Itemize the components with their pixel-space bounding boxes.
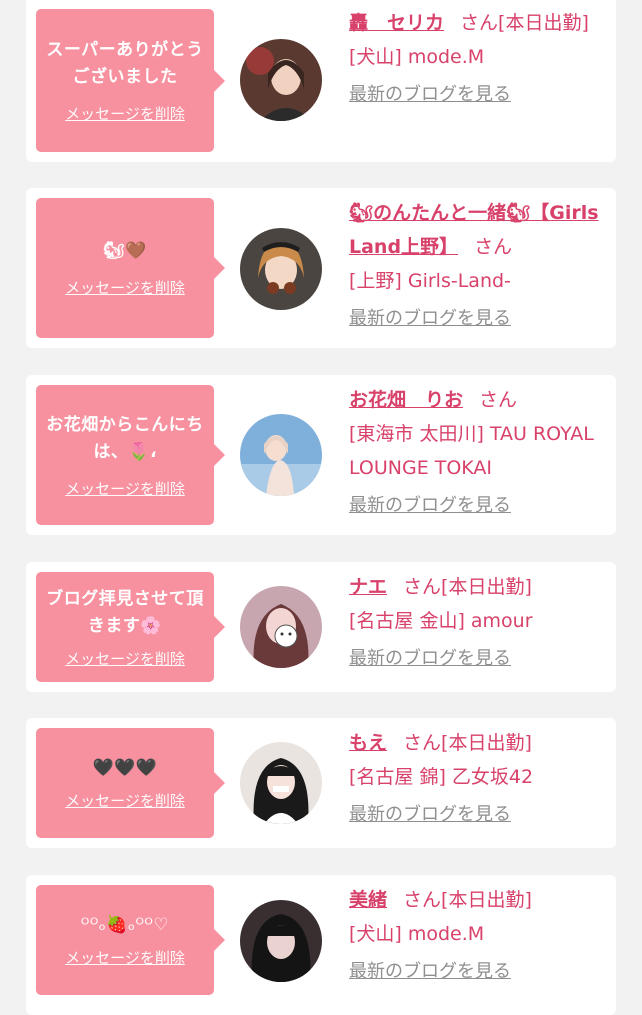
delete-message-link[interactable]: メッセージを削除 bbox=[65, 478, 185, 499]
shop-text: [上野] Girls-Land- bbox=[349, 270, 511, 292]
cast-name-link[interactable]: 美緒 bbox=[349, 889, 387, 911]
profile-info: 美緒 さん[本日出勤] [犬山] mode.M 最新のブログを見る bbox=[349, 883, 609, 989]
cast-name-link[interactable]: お花畑 りお bbox=[349, 389, 463, 411]
message-text: ᴼᴼₒ🍓ₒᴼᴼ♡ bbox=[80, 915, 170, 935]
message-text: 🐿🤎 bbox=[103, 241, 147, 261]
delete-message-link[interactable]: メッセージを削除 bbox=[65, 103, 185, 124]
avatar[interactable] bbox=[240, 39, 322, 121]
avatar[interactable] bbox=[240, 900, 322, 982]
message-bubble: ブログ拝見させて頂きます🌸 メッセージを削除 bbox=[36, 572, 225, 682]
latest-blog-link[interactable]: 最新のブログを見る bbox=[349, 642, 609, 676]
cast-name-link[interactable]: もえ bbox=[349, 732, 387, 754]
message-text: 🖤🖤🖤 bbox=[92, 758, 158, 778]
delete-message-link[interactable]: メッセージを削除 bbox=[65, 790, 185, 811]
status-text: [本日出勤] bbox=[498, 12, 589, 34]
avatar[interactable] bbox=[240, 414, 322, 496]
message-card: ᴼᴼₒ🍓ₒᴼᴼ♡ メッセージを削除 美緒 さん[本日出勤] [犬山] mode.M… bbox=[26, 875, 616, 1015]
honorific: さん bbox=[403, 732, 442, 754]
honorific: さん bbox=[403, 889, 442, 911]
message-bubble: 🐿🤎 メッセージを削除 bbox=[36, 198, 225, 338]
honorific: さん bbox=[403, 576, 442, 598]
avatar[interactable] bbox=[240, 742, 322, 824]
profile-info: ナエ さん[本日出勤] [名古屋 金山] amour 最新のブログを見る bbox=[349, 570, 609, 676]
shop-text: [名古屋 金山] amour bbox=[349, 610, 533, 632]
message-text: お花畑からこんにちは、🌷، bbox=[46, 414, 204, 462]
cast-name-link[interactable]: ナエ bbox=[349, 576, 387, 598]
latest-blog-link[interactable]: 最新のブログを見る bbox=[349, 78, 609, 112]
profile-info: 轟 セリカ さん[本日出勤] [犬山] mode.M 最新のブログを見る bbox=[349, 6, 609, 112]
honorific: さん bbox=[460, 12, 499, 34]
avatar[interactable] bbox=[240, 228, 322, 310]
shop-text: [犬山] mode.M bbox=[349, 923, 485, 945]
latest-blog-link[interactable]: 最新のブログを見る bbox=[349, 955, 609, 989]
shop-text: [犬山] mode.M bbox=[349, 46, 485, 68]
avatar[interactable] bbox=[240, 586, 322, 668]
latest-blog-link[interactable]: 最新のブログを見る bbox=[349, 489, 609, 523]
delete-message-link[interactable]: メッセージを削除 bbox=[65, 277, 185, 298]
shop-text: [東海市 太田川] TAU ROYAL LOUNGE TOKAI bbox=[349, 423, 594, 479]
latest-blog-link[interactable]: 最新のブログを見る bbox=[349, 798, 609, 832]
delete-message-link[interactable]: メッセージを削除 bbox=[65, 947, 185, 968]
message-card: お花畑からこんにちは、🌷، メッセージを削除 お花畑 りお さん [東海市 太田川… bbox=[26, 375, 616, 535]
delete-message-link[interactable]: メッセージを削除 bbox=[65, 648, 185, 669]
message-bubble: お花畑からこんにちは、🌷، メッセージを削除 bbox=[36, 385, 225, 525]
message-card: スーパーありがとうございました メッセージを削除 轟 セリカ さん[本日出勤] [… bbox=[26, 0, 616, 162]
message-bubble: スーパーありがとうございました メッセージを削除 bbox=[36, 9, 225, 152]
shop-text: [名古屋 錦] 乙女坂42 bbox=[349, 766, 534, 788]
message-bubble: 🖤🖤🖤 メッセージを削除 bbox=[36, 728, 225, 838]
status-text: [本日出勤] bbox=[441, 889, 532, 911]
profile-info: 🐿のんたんと一緒🐿【Girls Land上野】 さん [上野] Girls-Lan… bbox=[349, 196, 609, 336]
honorific: さん bbox=[474, 236, 513, 258]
message-card: 🐿🤎 メッセージを削除 🐿のんたんと一緒🐿【Girls Land上野】 さん [上… bbox=[26, 188, 616, 348]
status-text: [本日出勤] bbox=[441, 732, 532, 754]
cast-name-link[interactable]: 轟 セリカ bbox=[349, 12, 444, 34]
honorific: さん bbox=[479, 389, 518, 411]
message-list: スーパーありがとうございました メッセージを削除 轟 セリカ さん[本日出勤] [… bbox=[0, 0, 642, 1015]
profile-info: もえ さん[本日出勤] [名古屋 錦] 乙女坂42 最新のブログを見る bbox=[349, 726, 609, 832]
message-bubble: ᴼᴼₒ🍓ₒᴼᴼ♡ メッセージを削除 bbox=[36, 885, 225, 995]
message-card: ブログ拝見させて頂きます🌸 メッセージを削除 ナエ さん[本日出勤] [名古屋 金… bbox=[26, 562, 616, 692]
latest-blog-link[interactable]: 最新のブログを見る bbox=[349, 302, 609, 336]
profile-info: お花畑 りお さん [東海市 太田川] TAU ROYAL LOUNGE TOKA… bbox=[349, 383, 609, 523]
message-text: ブログ拝見させて頂きます🌸 bbox=[46, 588, 204, 636]
message-card: 🖤🖤🖤 メッセージを削除 もえ さん[本日出勤] [名古屋 錦] 乙女坂42 最新… bbox=[26, 718, 616, 848]
message-text: スーパーありがとうございました bbox=[46, 40, 204, 87]
status-text: [本日出勤] bbox=[441, 576, 532, 598]
